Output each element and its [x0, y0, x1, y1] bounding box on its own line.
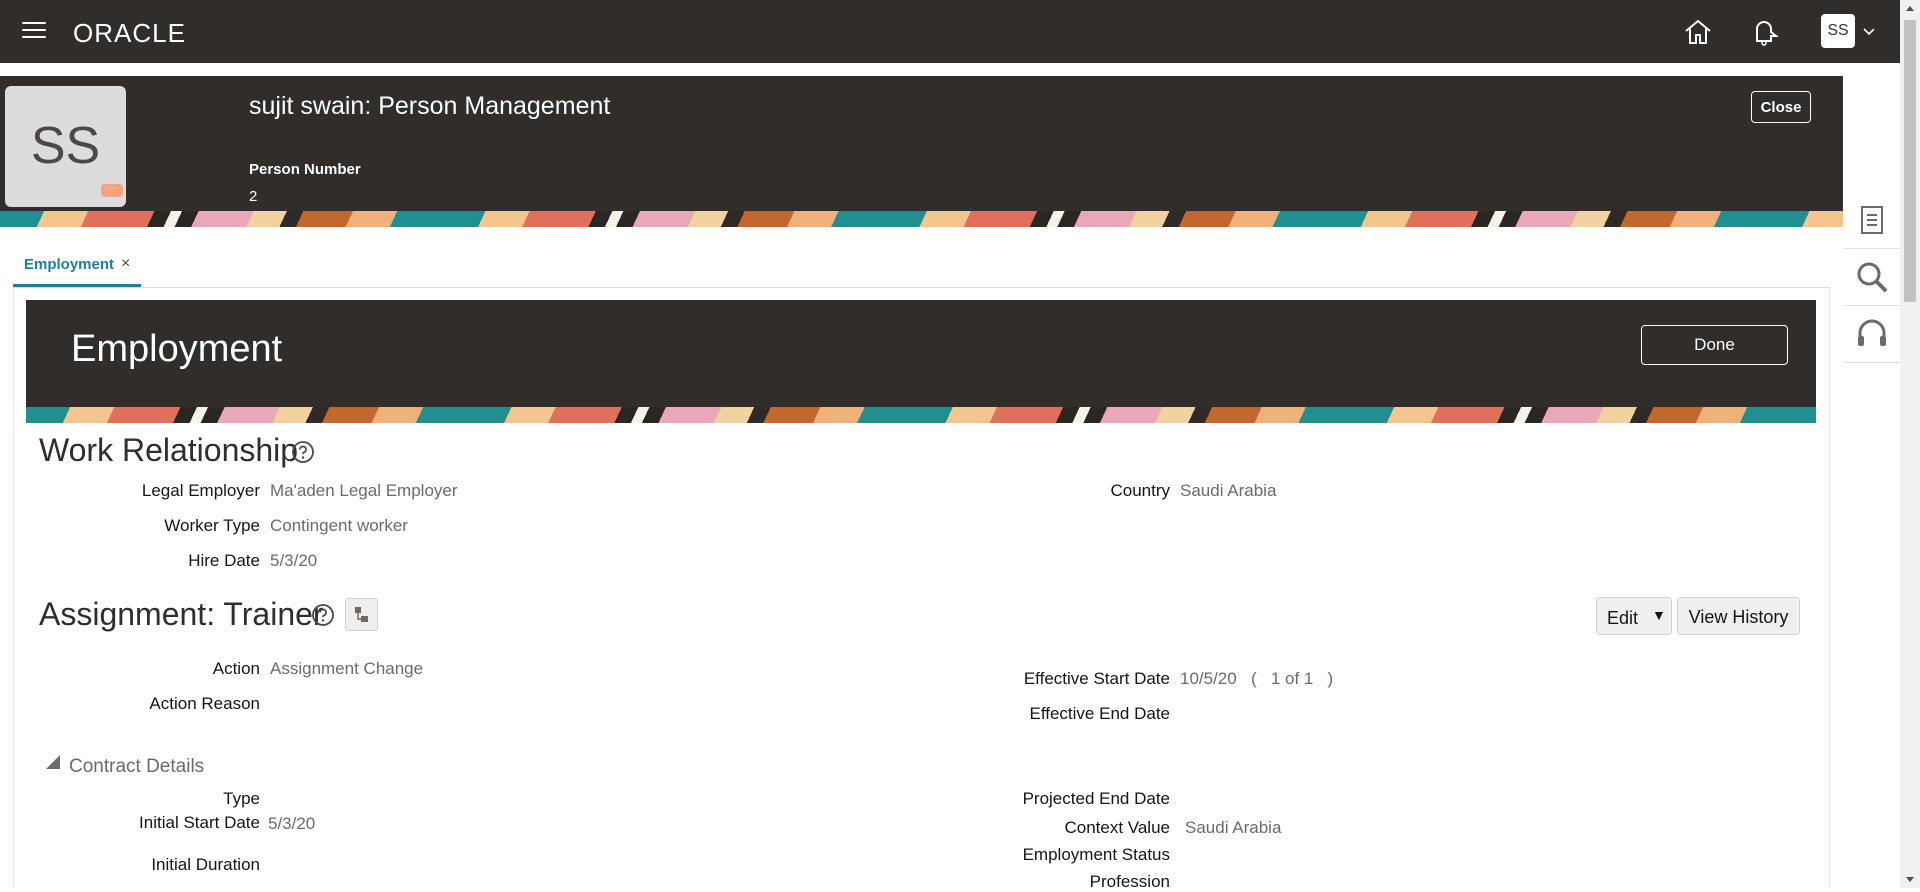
user-avatar[interactable]: SS: [1821, 14, 1855, 48]
context-value-label: Context Value: [1064, 818, 1170, 837]
headset-icon: [1858, 319, 1886, 346]
hierarchy-button[interactable]: [345, 598, 378, 631]
hire-date-label: Hire Date: [188, 551, 260, 570]
scroll-thumb[interactable]: [1904, 20, 1916, 302]
effective-start-date-value: 10/5/20: [1180, 669, 1237, 688]
home-icon[interactable]: [1682, 16, 1714, 48]
dock-help[interactable]: [1844, 306, 1900, 363]
edit-label: Edit: [1607, 608, 1639, 628]
collapse-toggle-icon[interactable]: [46, 755, 60, 769]
initial-start-date-label: Initial Start Date: [139, 813, 260, 832]
action-reason-label: Action Reason: [149, 694, 260, 713]
global-header: ORACLE SS: [0, 0, 1900, 63]
country-label: Country: [1110, 481, 1170, 500]
close-tab-icon[interactable]: ×: [121, 255, 130, 273]
close-button[interactable]: Close: [1751, 91, 1811, 123]
decorative-pattern: [0, 211, 1843, 227]
legal-employer-label: Legal Employer: [141, 481, 260, 500]
person-number-label: Person Number: [249, 161, 361, 178]
profession-label: Profession: [1089, 872, 1170, 891]
legal-employer-value: Ma'aden Legal Employer: [270, 481, 458, 500]
decorative-pattern: [26, 407, 1816, 423]
initial-start-date-value: 5/3/20: [268, 814, 316, 833]
document-icon: [1861, 206, 1883, 234]
contract-details-heading[interactable]: Contract Details: [69, 756, 204, 778]
scroll-down-icon[interactable]: [1900, 870, 1920, 888]
effective-start-date-label: Effective Start Date: [1023, 669, 1170, 688]
oracle-logo[interactable]: ORACLE: [73, 18, 186, 49]
tab-label: Employment: [24, 256, 115, 273]
worker-type-label: Worker Type: [164, 516, 260, 535]
employment-banner: Employment Done: [26, 300, 1816, 423]
action-value: Assignment Change: [270, 659, 424, 678]
initial-duration-label: Initial Duration: [151, 855, 260, 874]
action-label: Action: [212, 659, 260, 678]
worker-type-value: Contingent worker: [270, 516, 408, 535]
contract-type-label: Type: [223, 789, 260, 808]
page-scrollbar[interactable]: [1900, 0, 1920, 888]
edit-menu-button[interactable]: Edit ▼: [1596, 597, 1672, 635]
view-history-button[interactable]: View History: [1677, 597, 1800, 635]
help-icon[interactable]: [311, 603, 335, 627]
hire-date-value: 5/3/20: [270, 551, 318, 570]
employment-status-label: Employment Status: [1022, 845, 1170, 864]
chevron-down-icon[interactable]: [1862, 24, 1876, 38]
tab-employment[interactable]: Employment ×: [13, 250, 141, 287]
effective-end-date-label: Effective End Date: [1029, 704, 1171, 723]
menu-icon[interactable]: [22, 22, 46, 40]
search-icon: [1857, 262, 1888, 293]
work-relationship-heading: Work Relationship: [39, 432, 299, 468]
dock-tasks[interactable]: [1844, 192, 1900, 249]
done-button[interactable]: Done: [1641, 325, 1788, 365]
notifications-icon[interactable]: [1748, 16, 1780, 48]
right-dock: [1844, 192, 1900, 363]
page-title: sujit swain: Person Management: [249, 92, 611, 120]
person-number-value: 2: [249, 188, 258, 205]
record-navigator[interactable]: ( 1 of 1 ): [1251, 669, 1333, 689]
scroll-up-icon[interactable]: [1900, 0, 1920, 18]
assignment-heading: Assignment: Trainer: [39, 596, 324, 632]
hierarchy-icon: [355, 607, 368, 622]
projected-end-date-label: Projected End Date: [1022, 789, 1170, 808]
country-value: Saudi Arabia: [1180, 481, 1277, 500]
caret-down-icon: ▼: [1652, 607, 1666, 623]
avatar-menu-badge[interactable]: ···: [101, 184, 123, 197]
dock-search[interactable]: [1844, 249, 1900, 306]
help-icon[interactable]: [291, 440, 315, 464]
context-value: Saudi Arabia: [1185, 818, 1282, 837]
employment-title: Employment: [71, 328, 283, 370]
